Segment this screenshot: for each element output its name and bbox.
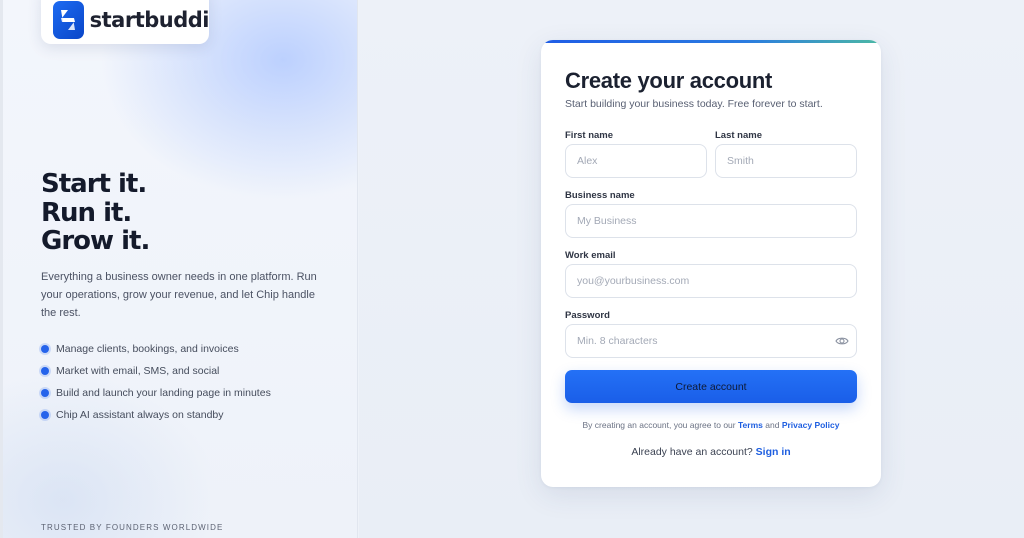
first-name-input[interactable] <box>565 144 707 178</box>
work-email-label: Work email <box>565 250 616 261</box>
terms-link[interactable]: Terms <box>738 420 763 430</box>
password-label: Password <box>565 310 610 321</box>
last-name-label: Last name <box>715 130 762 141</box>
bullet-dot-icon <box>41 411 49 419</box>
feature-text: Build and launch your landing page in mi… <box>56 387 271 399</box>
feature-list: Manage clients, bookings, and invoices M… <box>41 338 271 426</box>
headline-line: Grow it. <box>41 226 150 256</box>
hero-intro: Everything a business owner needs in one… <box>41 271 317 319</box>
feature-item: Chip AI assistant always on standby <box>41 404 271 426</box>
bullet-dot-icon <box>41 367 49 375</box>
feature-item: Market with email, SMS, and social <box>41 360 271 382</box>
password-input[interactable] <box>565 324 857 358</box>
signin-prefix: Already have an account? <box>631 446 753 458</box>
startbuddi-logo-icon <box>53 1 84 39</box>
terms-notice: By creating an account, you agree to our… <box>541 420 881 430</box>
trusted-caption: TRUSTED BY FOUNDERS WORLDWIDE <box>41 523 224 532</box>
first-name-label: First name <box>565 130 614 141</box>
feature-text: Chip AI assistant always on standby <box>56 409 224 421</box>
feature-item: Build and launch your landing page in mi… <box>41 382 271 404</box>
privacy-policy-link[interactable]: Privacy Policy <box>782 420 840 430</box>
work-email-input[interactable] <box>565 264 857 298</box>
eye-icon[interactable] <box>835 334 849 348</box>
terms-prefix: By creating an account, you agree to our <box>582 420 736 430</box>
sign-in-link[interactable]: Sign in <box>756 446 791 458</box>
business-name-label: Business name <box>565 190 635 201</box>
form-title: Create your account <box>565 68 773 93</box>
signin-prompt: Already have an account? Sign in <box>541 446 881 458</box>
brand-logo[interactable]: startbuddi <box>41 0 210 44</box>
brand-name: startbuddi <box>89 8 210 32</box>
feature-text: Market with email, SMS, and social <box>56 365 220 377</box>
bullet-dot-icon <box>41 345 49 353</box>
create-account-button[interactable]: Create account <box>565 370 857 403</box>
card-accent-bar <box>541 40 881 43</box>
hero-headline: Start it. Run it. Grow it. <box>41 169 150 256</box>
headline-line: Start it. <box>41 169 147 199</box>
signup-page: startbuddi Start it. Run it. Grow it. Ev… <box>0 0 1024 538</box>
headline-line: Run it. <box>41 197 132 228</box>
form-subtitle: Start building your business today. Free… <box>565 98 823 110</box>
last-name-input[interactable] <box>715 144 857 178</box>
feature-text: Manage clients, bookings, and invoices <box>56 343 239 355</box>
bullet-dot-icon <box>41 389 49 397</box>
business-name-input[interactable] <box>565 204 857 238</box>
marketing-panel: startbuddi Start it. Run it. Grow it. Ev… <box>0 0 358 538</box>
signup-card: Create your account Start building your … <box>541 40 881 487</box>
feature-item: Manage clients, bookings, and invoices <box>41 338 271 360</box>
terms-and: and <box>765 420 780 430</box>
